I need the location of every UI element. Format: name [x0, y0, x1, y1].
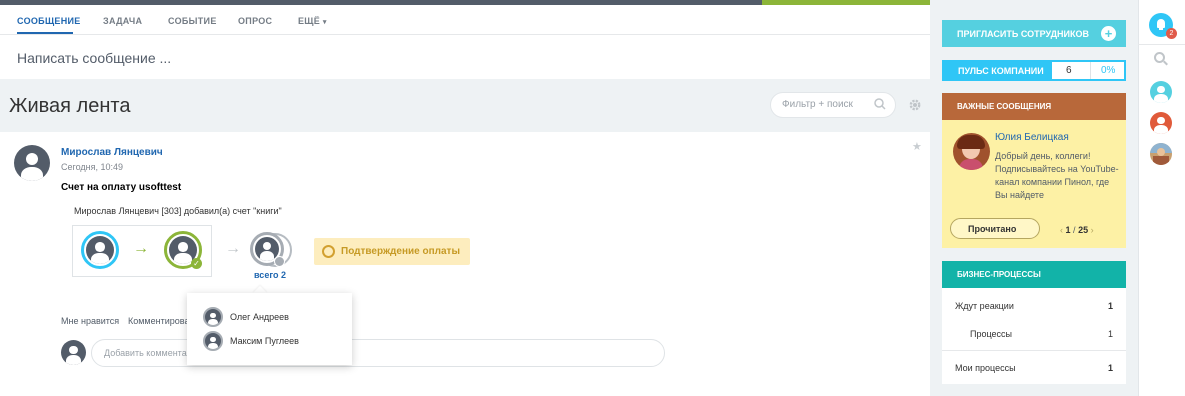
composer-input[interactable]: Написать сообщение ...: [17, 50, 171, 66]
total-participants[interactable]: всего 2: [254, 270, 286, 280]
bp-row-awaiting[interactable]: Ждут реакции: [955, 301, 1014, 311]
avatar[interactable]: [953, 133, 990, 170]
chevron-down-icon: ▾: [322, 19, 327, 26]
avatar[interactable]: [14, 145, 50, 181]
bp-count: 1: [1108, 301, 1114, 311]
notification-count: 2: [1166, 28, 1177, 39]
post-description: Мирослав Лянцевич [303] добавил(а) счет …: [74, 206, 282, 216]
composer-tabs: СООБЩЕНИЕ ЗАДАЧА СОБЫТИЕ ОПРОС ЕЩЁ ▾: [0, 5, 930, 35]
pulse-label: ПУЛЬС КОМПАНИИ: [958, 66, 1044, 76]
search-icon[interactable]: [874, 98, 886, 110]
page-total: 25: [1078, 225, 1089, 235]
participants-popup: [187, 293, 352, 365]
arrow-right-icon: →: [133, 240, 149, 257]
avatar[interactable]: [1150, 143, 1172, 165]
tab-poll[interactable]: ОПРОС: [238, 16, 272, 26]
chevron-left-icon[interactable]: ‹: [1060, 225, 1063, 235]
workflow-step-avatar[interactable]: [81, 231, 119, 269]
like-link[interactable]: Мне нравится: [61, 316, 119, 326]
bp-row-processes[interactable]: Процессы: [970, 329, 1012, 339]
plus-icon: +: [1101, 26, 1116, 41]
post-title: Счет на оплату usofttest: [61, 182, 182, 193]
page-current: 1: [1065, 225, 1071, 235]
tab-more[interactable]: ЕЩЁ ▾: [298, 16, 327, 26]
tab-task[interactable]: ЗАДАЧА: [103, 16, 142, 26]
avatar[interactable]: [1150, 81, 1172, 103]
tab-event[interactable]: СОБЫТИЕ: [168, 16, 217, 26]
pager: ‹ 1 / 25 ›: [1060, 225, 1094, 235]
bp-count: 1: [1108, 363, 1114, 373]
pulse-value: 6: [1066, 65, 1072, 76]
clock-icon: [322, 245, 335, 258]
tab-message[interactable]: СООБЩЕНИЕ: [17, 16, 81, 26]
divider: [1138, 44, 1185, 45]
tab-more-label: ЕЩЁ: [298, 16, 321, 26]
post-time: Сегодня, 10:49: [61, 162, 124, 172]
pulse-percent: 0%: [1101, 65, 1116, 76]
divider: [1090, 62, 1091, 79]
avatar[interactable]: [203, 307, 223, 327]
page-title: Живая лента: [9, 95, 131, 117]
star-icon[interactable]: ★: [912, 140, 922, 153]
bp-count: 1: [1108, 329, 1114, 339]
divider: [942, 350, 1126, 351]
post-author[interactable]: Мирослав Лянцевич: [61, 147, 163, 158]
status-text: Подтверждение оплаты: [341, 246, 460, 257]
bp-row-my-processes[interactable]: Мои процессы: [955, 363, 1016, 373]
important-author[interactable]: Юлия Белицкая: [995, 132, 1069, 143]
chevron-right-icon[interactable]: ›: [1091, 225, 1094, 235]
popup-person[interactable]: Максим Пуглеев: [230, 336, 299, 346]
business-processes-title: БИЗНЕС-ПРОЦЕССЫ: [957, 270, 1041, 279]
invite-label: ПРИГЛАСИТЬ СОТРУДНИКОВ: [957, 29, 1090, 39]
avatar[interactable]: [1150, 112, 1172, 134]
arrow-right-icon: →: [225, 240, 241, 257]
filter-placeholder: Фильтр + поиск: [782, 99, 853, 110]
check-icon: ✓: [191, 258, 202, 269]
gear-icon[interactable]: [908, 98, 922, 112]
important-messages-title: ВАЖНЫЕ СООБЩЕНИЯ: [957, 102, 1052, 111]
avatar: [61, 340, 86, 365]
avatar[interactable]: [203, 331, 223, 351]
read-label: Прочитано: [968, 224, 1017, 234]
clock-small-icon: [274, 256, 285, 267]
popup-person[interactable]: Олег Андреев: [230, 312, 289, 322]
important-text: Добрый день, коллеги! Подписывайтесь на …: [995, 151, 1119, 200]
active-tab-indicator: [17, 32, 73, 34]
